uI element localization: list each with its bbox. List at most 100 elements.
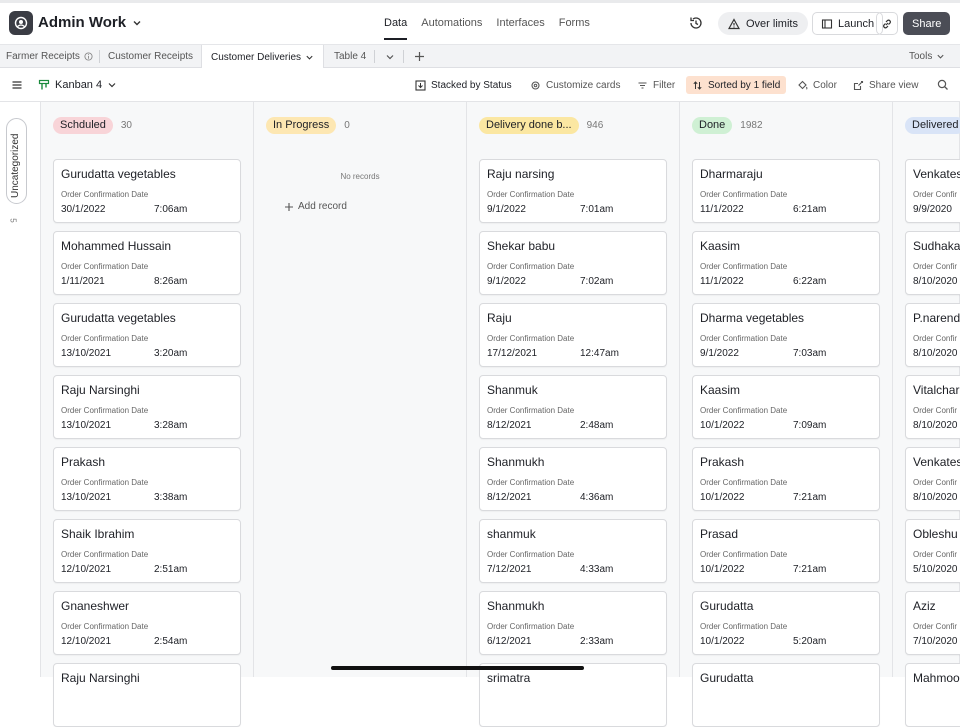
over-limits-button[interactable]: Over limits [718, 12, 808, 35]
card-date: 13/10/2021 [61, 348, 112, 359]
record-card[interactable]: Prasad Order Confirmation Date 10/1/2022 7:… [692, 519, 880, 583]
view-switcher[interactable]: Kanban 4 [38, 68, 117, 102]
card-title: Gurudatta [700, 599, 754, 613]
card-time: 3:28am [154, 420, 188, 431]
table-tab-customer-receipts[interactable]: Customer Receipts [108, 45, 193, 68]
table-tab-customer-deliveries[interactable]: Customer Deliveries [201, 45, 325, 69]
table-tab-table-4[interactable]: Table 4 [334, 45, 366, 68]
card-time: 3:20am [154, 348, 188, 359]
record-card[interactable]: Prakash Order Confirmation Date 13/10/2021… [53, 447, 241, 511]
record-card[interactable]: Gurudatta vegetables Order Confirmation D… [53, 303, 241, 367]
info-icon [84, 52, 93, 61]
record-card[interactable]: Kaasim Order Confirmation Date 11/1/2022 6:… [692, 231, 880, 295]
history-icon[interactable] [688, 15, 704, 31]
tools-menu[interactable]: Tools [909, 45, 945, 68]
record-card[interactable]: Shaik Ibrahim Order Confirmation Date 12/1… [53, 519, 241, 583]
warning-icon [728, 17, 740, 29]
kanban-column: Delivered Venkates Order Confir 9/9/2020 Sud… [893, 102, 960, 727]
base-logo-icon[interactable] [9, 11, 33, 35]
card-date: 1/11/2021 [61, 276, 105, 287]
card-field-label: Order Confirmation Date [61, 334, 149, 343]
card-field-label: Order Confirmation Date [487, 550, 575, 559]
views-sidebar-toggle[interactable] [11, 68, 23, 102]
table-tab-farmer-receipts[interactable]: Farmer Receipts [6, 45, 93, 68]
record-card[interactable]: Shanmukh Order Confirmation Date 8/12/2021… [479, 447, 667, 511]
record-card[interactable]: Gurudatta [692, 663, 880, 727]
record-card[interactable]: Obleshu Order Confir 5/10/2020 [905, 519, 960, 583]
card-title: Gurudatta [700, 671, 754, 685]
card-time: 7:03am [793, 348, 827, 359]
record-card[interactable]: Raju narsing Order Confirmation Date 9/1/2… [479, 159, 667, 223]
record-card[interactable]: Mohammed Hussain Order Confirmation Date 1… [53, 231, 241, 295]
record-card[interactable]: Aziz Order Confir 7/10/2020 [905, 591, 960, 655]
card-title: Gurudatta vegetables [61, 167, 176, 181]
record-card[interactable]: Gurudatta Order Confirmation Date 10/1/202… [692, 591, 880, 655]
card-field-label: Order Confirmation Date [700, 622, 788, 631]
column-header[interactable]: In Progress 0 [266, 116, 350, 134]
column-header[interactable]: Delivery done b... 946 [479, 116, 603, 134]
color-label: Color [813, 79, 837, 91]
filter-button[interactable]: Filter [637, 68, 675, 102]
kanban-column: Done 1982 Dharmaraju Order Confirmation Dat… [680, 102, 893, 727]
filter-icon [638, 81, 647, 89]
share-button[interactable]: Share [903, 12, 951, 35]
nav-tab-automations[interactable]: Automations [421, 17, 482, 39]
record-card[interactable]: Kaasim Order Confirmation Date 10/1/2022 7:… [692, 375, 880, 439]
add-table-button[interactable] [414, 45, 425, 68]
record-card[interactable]: Shanmuk Order Confirmation Date 8/12/2021 2… [479, 375, 667, 439]
record-card[interactable]: Raju Order Confirmation Date 17/12/2021 12:… [479, 303, 667, 367]
uncategorized-column[interactable]: Uncategorized 5 [0, 102, 41, 677]
record-card[interactable]: P.narend Order Confir 8/10/2020 [905, 303, 960, 367]
card-date: 10/1/2022 [700, 420, 745, 431]
color-button[interactable]: Color [797, 68, 837, 102]
record-card[interactable]: Raju Narsinghi Order Confirmation Date 13/… [53, 375, 241, 439]
card-date: 9/1/2022 [700, 348, 739, 359]
record-card[interactable]: Venkates Order Confir 9/9/2020 [905, 159, 960, 223]
tab-divider [403, 50, 404, 63]
plus-icon [285, 202, 293, 211]
add-record-button[interactable]: Add record [284, 201, 347, 212]
card-date: 17/12/2021 [487, 348, 538, 359]
record-card[interactable]: Shanmukh Order Confirmation Date 6/12/2021… [479, 591, 667, 655]
launch-button[interactable]: Launch [812, 12, 884, 35]
record-card[interactable]: Venkates Order Confir 8/10/2020 [905, 447, 960, 511]
record-card[interactable]: srimatra [479, 663, 667, 727]
column-header[interactable]: Delivered [905, 116, 960, 134]
card-title: Shanmukh [487, 455, 545, 469]
record-card[interactable]: Dharma vegetables Order Confirmation Date… [692, 303, 880, 367]
nav-tab-interfaces[interactable]: Interfaces [496, 17, 544, 39]
card-date: 8/10/2020 [913, 348, 958, 359]
search-icon [937, 79, 948, 90]
record-card[interactable]: Prakash Order Confirmation Date 10/1/2022 7… [692, 447, 880, 511]
gear-icon [531, 80, 540, 90]
sort-button[interactable]: Sorted by 1 field [686, 76, 787, 94]
card-time: 4:36am [580, 492, 614, 503]
record-card[interactable]: Vitalchar Order Confir 8/10/2020 [905, 375, 960, 439]
record-card[interactable]: Mahmoo [905, 663, 960, 727]
all-tables-menu[interactable] [385, 45, 395, 68]
record-card[interactable]: Dharmaraju Order Confirmation Date 11/1/20… [692, 159, 880, 223]
stacked-by-button[interactable]: Stacked by Status [415, 68, 512, 102]
card-title: Raju [487, 311, 512, 325]
nav-tab-data[interactable]: Data [384, 17, 408, 40]
search-button[interactable] [937, 68, 949, 102]
record-card[interactable]: Raju Narsinghi [53, 663, 241, 727]
customize-cards-button[interactable]: Customize cards [530, 68, 620, 102]
stacked-by-label: Stacked by Status [431, 79, 512, 91]
column-header[interactable]: Done 1982 [692, 116, 763, 134]
over-limits-label: Over limits [746, 17, 798, 30]
column-header[interactable]: Schduled 30 [53, 116, 132, 134]
record-card[interactable]: Gnaneshwer Order Confirmation Date 12/10/2… [53, 591, 241, 655]
customize-cards-label: Customize cards [546, 79, 621, 91]
copy-link-button[interactable] [876, 12, 898, 35]
kanban-board: Uncategorized 5 Schduled 30 Gurudatta vege… [0, 102, 960, 727]
record-card[interactable]: shanmuk Order Confirmation Date 7/12/2021 4… [479, 519, 667, 583]
share-view-button[interactable]: Share view [853, 68, 918, 102]
nav-tab-forms[interactable]: Forms [559, 17, 590, 39]
card-field-label: Order Confirmation Date [61, 190, 149, 199]
record-card[interactable]: Gurudatta vegetables Order Confirmation D… [53, 159, 241, 223]
record-card[interactable]: Sudhaka Order Confir 8/10/2020 [905, 231, 960, 295]
record-card[interactable]: Shekar babu Order Confirmation Date 9/1/20… [479, 231, 667, 295]
base-name-menu[interactable]: Admin Work [38, 14, 142, 31]
uncategorized-count: 5 [8, 218, 18, 223]
